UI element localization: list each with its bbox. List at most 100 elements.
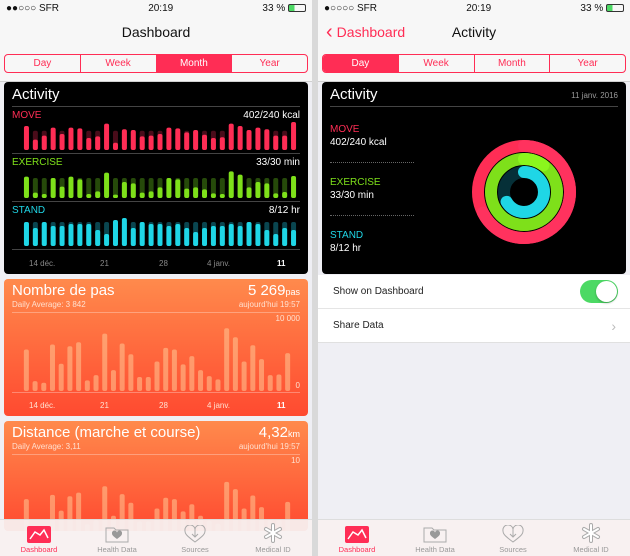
exercise-bar	[41, 194, 47, 198]
steps-bar	[84, 380, 90, 391]
steps-bar	[276, 374, 282, 391]
steps-bar	[232, 337, 238, 391]
battery: 33 %	[580, 3, 624, 14]
show-on-dashboard-row: Show on Dashboard	[318, 275, 630, 309]
segment-month[interactable]: Month	[155, 55, 232, 72]
tab-medical-id[interactable]: Medical ID	[552, 520, 630, 556]
exercise-bar	[68, 176, 74, 198]
stand-bar	[193, 232, 199, 246]
exercise-bar	[184, 188, 190, 198]
stand-bar	[175, 224, 181, 246]
move-bar	[237, 126, 243, 150]
move-bar	[41, 135, 47, 150]
battery-icon	[606, 3, 624, 12]
stand-bar	[77, 224, 83, 246]
move-bar	[32, 139, 38, 150]
tab-sources[interactable]: Sources	[474, 520, 552, 556]
segment-year[interactable]: Year	[231, 55, 307, 72]
x-tick: 21	[100, 259, 109, 268]
exercise-bar	[112, 194, 118, 198]
x-tick: 11	[277, 401, 286, 410]
x-tick: 14 déc.	[29, 259, 56, 268]
steps-bar	[224, 328, 230, 391]
tab-bar: Dashboard Health Data Sources Medical ID	[0, 519, 312, 556]
steps-bar	[241, 361, 247, 391]
stand-bar	[95, 230, 101, 246]
exercise-bar	[104, 172, 110, 198]
exercise-bar	[157, 187, 163, 198]
move-bar	[202, 134, 208, 150]
exercise-bar	[219, 194, 225, 198]
tab-health-data[interactable]: Health Data	[396, 520, 474, 556]
stand-bar	[184, 228, 190, 246]
exercise-value: 33/30 min	[330, 190, 374, 201]
steps-bar	[285, 353, 291, 391]
stand-bar	[59, 226, 65, 246]
move-value: 402/240 kcal	[330, 137, 387, 148]
segment-year[interactable]: Year	[549, 55, 625, 72]
medical-id-asterisk-icon	[264, 523, 282, 543]
exercise-bar	[210, 193, 216, 198]
move-bar	[23, 126, 29, 150]
stand-bar	[273, 234, 279, 246]
back-button[interactable]: ‹ Dashboard	[326, 22, 405, 42]
tab-dashboard[interactable]: Dashboard	[0, 520, 78, 556]
move-chart	[23, 122, 297, 150]
stand-value: 8/12 hr	[268, 205, 300, 216]
clock: 20:19	[148, 2, 174, 14]
activity-rings	[472, 140, 576, 244]
move-bar	[68, 127, 74, 150]
tab-health-data[interactable]: Health Data	[78, 520, 156, 556]
medical-id-asterisk-icon	[582, 523, 600, 543]
dashboard-screen: ●●○○○ SFR 20:19 33 % Dashboard Day Week …	[0, 0, 312, 556]
steps-value: 5 269pas	[247, 282, 300, 299]
move-bar	[255, 127, 261, 150]
steps-bar	[145, 377, 151, 391]
tab-dashboard[interactable]: Dashboard	[318, 520, 396, 556]
distance-card[interactable]: Distance (marche et course) Daily Averag…	[4, 421, 308, 531]
share-data-row[interactable]: Share Data ›	[318, 309, 630, 343]
carrier: ●●○○○ SFR	[6, 2, 59, 14]
tab-sources[interactable]: Sources	[156, 520, 234, 556]
exercise-bar	[130, 183, 136, 198]
exercise-bar	[95, 191, 101, 198]
stand-bar	[32, 228, 38, 246]
segment-month[interactable]: Month	[473, 55, 550, 72]
tab-medical-id[interactable]: Medical ID	[234, 520, 312, 556]
card-title: Activity	[330, 86, 378, 103]
activity-card[interactable]: Activity MOVE 402/240 kcal EXERCISE 33/3…	[4, 82, 308, 274]
segment-day[interactable]: Day	[323, 55, 398, 72]
stand-bar	[112, 220, 118, 246]
exercise-bar	[166, 178, 172, 198]
date: 11 janv. 2016	[571, 91, 618, 100]
stand-bar	[291, 230, 297, 246]
period-segmented-control: Day Week Month Year	[322, 54, 626, 73]
segment-week[interactable]: Week	[397, 55, 474, 72]
move-label: MOVE	[12, 110, 42, 121]
move-bar	[104, 123, 110, 150]
segment-day[interactable]: Day	[5, 55, 80, 72]
dashboard-icon	[345, 526, 369, 543]
move-bar	[121, 129, 127, 150]
stand-bar	[86, 224, 92, 246]
steps-bar	[259, 359, 265, 391]
segment-week[interactable]: Week	[79, 55, 156, 72]
page-title: Dashboard	[121, 24, 191, 40]
exercise-bar	[59, 186, 65, 198]
stand-bar	[219, 226, 225, 246]
steps-bar	[215, 379, 221, 391]
clock: 20:19	[466, 2, 492, 14]
daily-average: Daily Average: 3,11	[12, 442, 81, 451]
stand-bar	[130, 228, 136, 246]
page-title: Activity	[451, 24, 497, 40]
x-tick: 28	[159, 401, 168, 410]
x-tick: 14 déc.	[29, 401, 56, 410]
move-bar	[157, 134, 163, 150]
show-on-dashboard-toggle[interactable]	[580, 280, 618, 303]
exercise-bar	[237, 174, 243, 198]
steps-bar	[198, 370, 204, 391]
steps-card[interactable]: Nombre de pas Daily Average: 3 842 5 269…	[4, 279, 308, 416]
battery-icon	[288, 3, 306, 12]
exercise-chart	[23, 171, 297, 198]
stand-bar	[23, 222, 29, 246]
